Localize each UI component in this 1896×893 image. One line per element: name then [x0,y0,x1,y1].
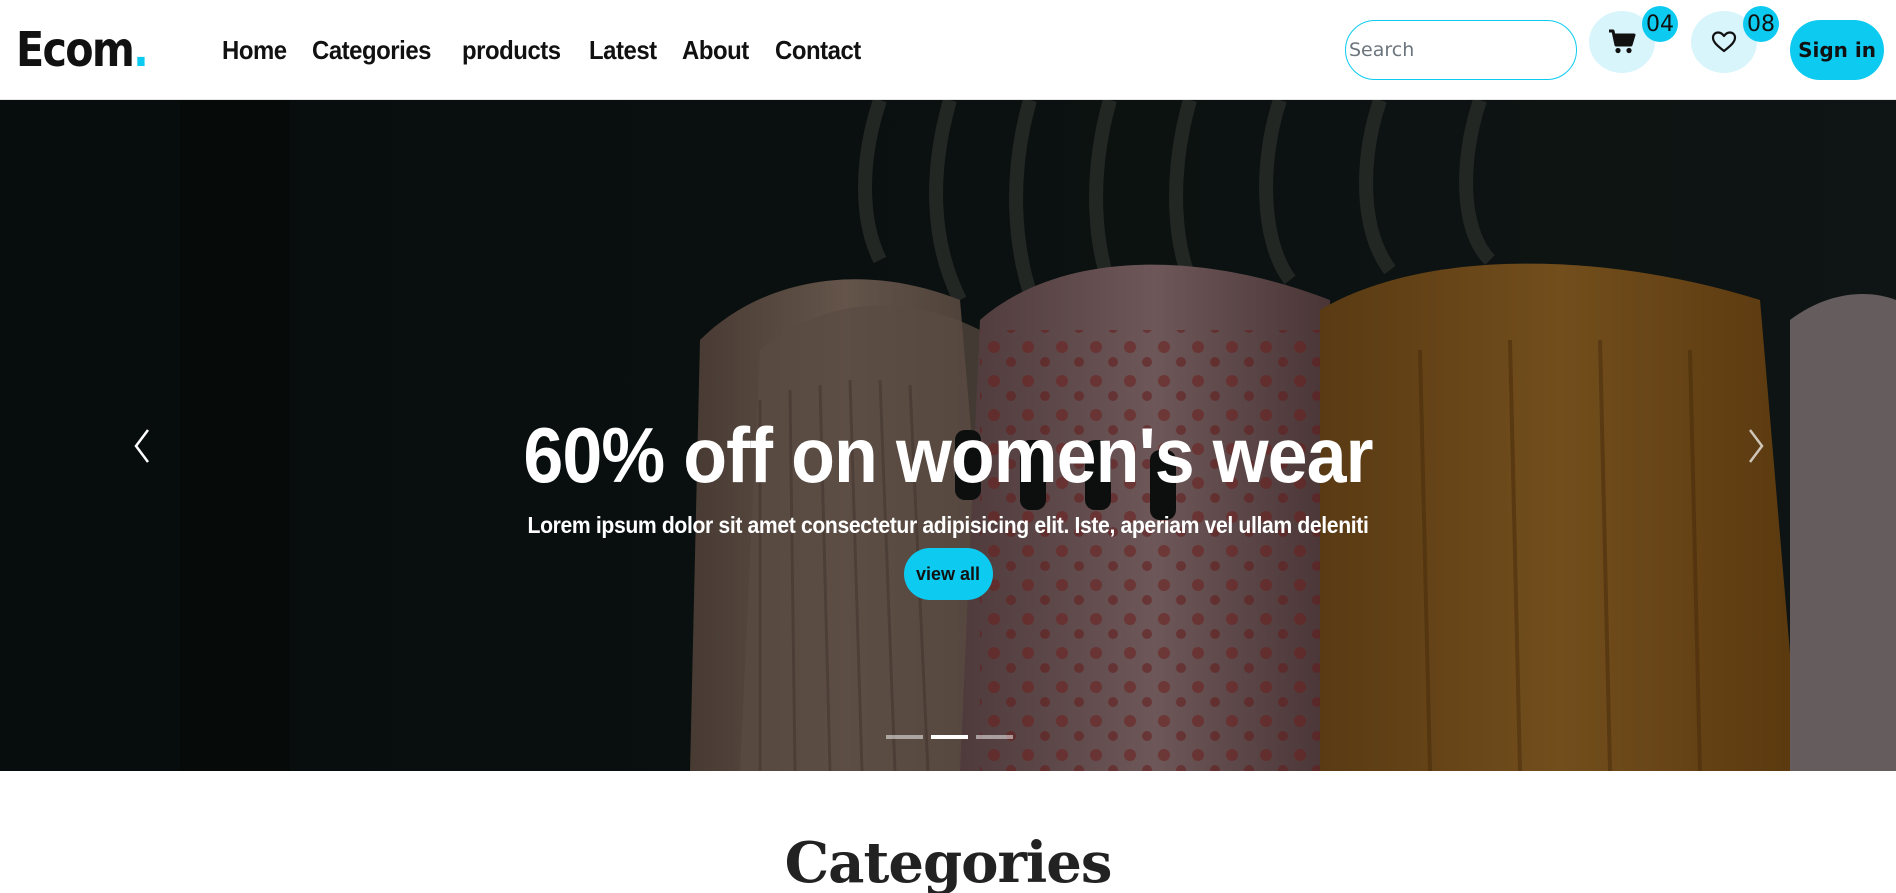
carousel-indicators [886,735,1013,739]
nav-categories[interactable]: Categories [312,32,432,68]
view-all-button[interactable]: view all [903,548,993,600]
wishlist-count-badge: 08 [1743,6,1779,42]
nav-products[interactable]: products [462,32,561,68]
cart-count-badge: 04 [1642,6,1678,42]
brand-dot: . [133,22,149,78]
brand-logo[interactable]: Ecom. [16,22,149,78]
navbar: Ecom. Home Categories products Latest Ab… [0,0,1896,100]
nav-home[interactable]: Home [222,32,287,68]
sign-in-button[interactable]: Sign in [1790,20,1884,80]
search-input[interactable] [1345,20,1577,80]
nav-contact[interactable]: Contact [775,32,861,68]
hero-caption: 60% off on women's wear Lorem ipsum dolo… [0,410,1896,600]
nav-links: Home Categories products Latest About Co… [222,32,868,68]
brand-name: Ecom [16,22,135,78]
hero-carousel: 60% off on women's wear Lorem ipsum dolo… [0,100,1896,771]
heart-icon [1711,31,1737,53]
carousel-indicator-3[interactable] [976,735,1013,739]
categories-heading: Categories [784,830,1113,893]
carousel-indicator-2[interactable] [931,735,968,739]
nav-about[interactable]: About [682,32,749,68]
hero-subtitle: Lorem ipsum dolor sit amet consectetur a… [527,512,1369,538]
cart-icon [1609,29,1636,54]
nav-latest[interactable]: Latest [589,32,657,68]
hero-title: 60% off on women's wear [523,411,1373,499]
carousel-indicator-1[interactable] [886,735,923,739]
